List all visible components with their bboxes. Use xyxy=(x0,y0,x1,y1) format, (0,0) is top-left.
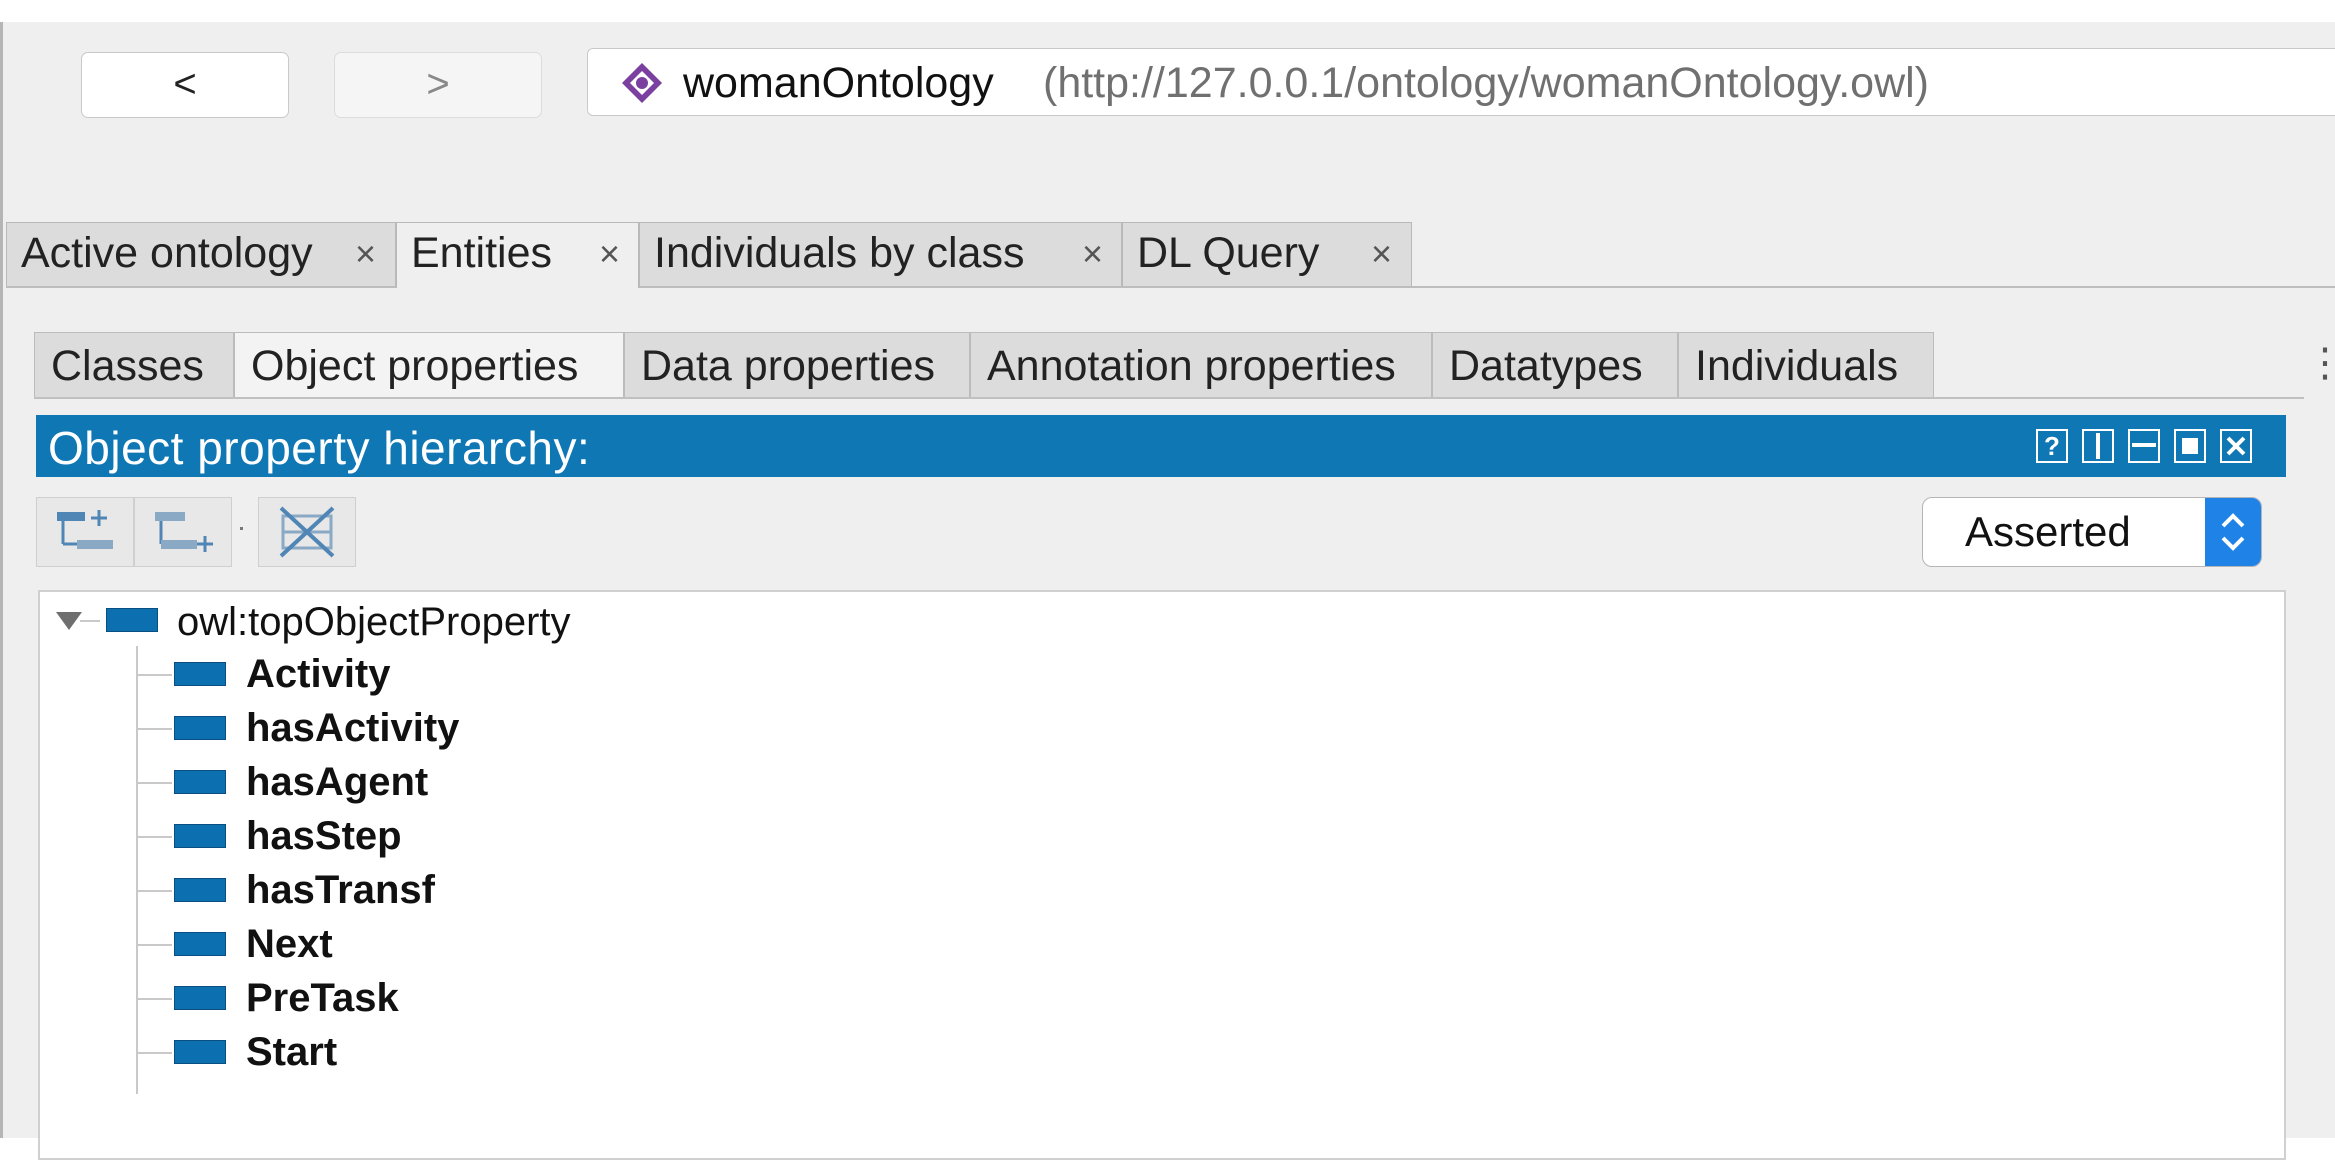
delete-property-icon xyxy=(279,506,335,558)
object-property-icon xyxy=(174,932,226,956)
tab-individuals-by-class[interactable]: Individuals by class × xyxy=(639,222,1122,286)
tree-connector xyxy=(138,1052,172,1054)
tab-data-properties[interactable]: Data properties xyxy=(624,332,970,398)
tree-node[interactable]: hasStep xyxy=(40,808,940,862)
tree-node-label: hasStep xyxy=(246,814,402,858)
active-ontology-selector[interactable]: womanOntology (http://127.0.0.1/ontology… xyxy=(587,48,2335,116)
tab-label: Classes xyxy=(51,342,204,390)
forward-button[interactable]: > xyxy=(334,52,542,118)
close-tab-icon[interactable]: × xyxy=(355,233,376,275)
tab-label: Object properties xyxy=(251,342,579,390)
add-sub-property-icon xyxy=(57,510,113,549)
split-vertical-icon xyxy=(2096,433,2100,459)
split-horizontal-icon xyxy=(2132,443,2156,447)
object-property-icon xyxy=(174,716,226,740)
tree-connector xyxy=(138,728,172,730)
tab-object-properties[interactable]: Object properties xyxy=(234,332,624,398)
tree-connector xyxy=(138,944,172,946)
tab-label: DL Query xyxy=(1137,229,1320,277)
tab-classes[interactable]: Classes xyxy=(34,332,234,398)
tree-node-label: hasAgent xyxy=(246,760,429,804)
tree-node-label: Start xyxy=(246,1030,338,1074)
hierarchy-toolbar: Asserted xyxy=(36,477,2286,582)
ontology-diamond-icon xyxy=(622,63,662,103)
tab-dl-query[interactable]: DL Query × xyxy=(1122,222,1412,286)
protege-window: < > womanOntology (http://127.0.0.1/onto… xyxy=(0,22,2335,1160)
hierarchy-mode-value: Asserted xyxy=(1965,508,2131,555)
hierarchy-mode-select[interactable]: Asserted xyxy=(1922,497,2262,567)
tab-label: Entities xyxy=(411,229,553,277)
tab-label: Individuals xyxy=(1695,342,1899,390)
split-horizontal-button[interactable] xyxy=(2128,429,2160,463)
tab-individuals[interactable]: Individuals xyxy=(1678,332,1934,398)
add-sub-property-button[interactable] xyxy=(36,497,134,567)
tree-connector xyxy=(80,620,100,622)
tree-node-label: PreTask xyxy=(246,976,399,1020)
ontology-iri: (http://127.0.0.1/ontology/womanOntology… xyxy=(1043,59,1929,107)
tab-entities[interactable]: Entities × xyxy=(396,222,639,288)
object-property-icon xyxy=(106,608,158,632)
view-title: Object property hierarchy: xyxy=(48,422,591,474)
tree-node[interactable]: Activity xyxy=(40,646,940,700)
tree-node[interactable]: hasActivity xyxy=(40,700,940,754)
tree-node[interactable]: hasAgent xyxy=(40,754,940,808)
close-tab-icon[interactable]: × xyxy=(1082,233,1103,275)
view-header: Object property hierarchy: ? xyxy=(36,415,2286,477)
split-vertical-button[interactable] xyxy=(2082,429,2114,463)
float-view-button[interactable] xyxy=(2174,429,2206,463)
select-stepper[interactable] xyxy=(2205,498,2261,566)
help-button[interactable]: ? xyxy=(2036,429,2068,463)
close-view-button[interactable] xyxy=(2220,429,2252,463)
view-menu-icon[interactable]: ⋮ xyxy=(2305,340,2335,386)
chevron-up-down-icon xyxy=(2221,513,2245,551)
tree-node-label: hasTransf xyxy=(246,868,435,912)
tree-connector xyxy=(138,782,172,784)
delete-property-button[interactable] xyxy=(258,497,356,567)
tree-node-label: Next xyxy=(246,922,333,966)
float-view-icon xyxy=(2182,438,2198,454)
tab-label: Active ontology xyxy=(21,229,313,277)
close-tab-icon[interactable]: × xyxy=(599,233,620,275)
object-property-icon xyxy=(174,986,226,1010)
ontology-name: womanOntology xyxy=(683,59,994,107)
tree-node-root[interactable]: owl:topObjectProperty xyxy=(40,592,940,646)
tab-datatypes[interactable]: Datatypes xyxy=(1432,332,1678,398)
entity-tab-bar: Classes Object properties Data propertie… xyxy=(34,332,2304,398)
object-property-icon xyxy=(174,878,226,902)
close-icon xyxy=(2226,436,2246,456)
tab-active-ontology[interactable]: Active ontology × xyxy=(6,222,396,286)
tree-connector xyxy=(138,890,172,892)
object-property-icon xyxy=(174,824,226,848)
tree-node-label: owl:topObjectProperty xyxy=(177,600,571,644)
tree-node[interactable]: Start xyxy=(40,1024,940,1078)
back-button[interactable]: < xyxy=(81,52,289,118)
tree-node-label: hasActivity xyxy=(246,706,460,750)
tab-annotation-properties[interactable]: Annotation properties xyxy=(970,332,1432,398)
tab-divider xyxy=(34,397,2304,399)
tree-connector xyxy=(138,998,172,1000)
tree-node[interactable]: hasTransf xyxy=(40,862,940,916)
tree-node[interactable]: PreTask xyxy=(40,970,940,1024)
tab-label: Annotation properties xyxy=(987,342,1396,390)
tree-connector xyxy=(138,836,172,838)
tab-label: Data properties xyxy=(641,342,935,390)
add-sibling-property-button[interactable] xyxy=(134,497,232,567)
object-property-tree[interactable]: owl:topObjectProperty Activity hasActivi… xyxy=(38,590,2286,1160)
tab-label: Datatypes xyxy=(1449,342,1643,390)
object-property-icon xyxy=(174,662,226,686)
object-property-icon xyxy=(174,770,226,794)
tree-connector xyxy=(138,674,172,676)
main-tab-bar: Active ontology × Entities × Individuals… xyxy=(6,222,2335,288)
tab-label: Individuals by class xyxy=(654,229,1025,277)
object-property-icon xyxy=(174,1040,226,1064)
toolbar-separator xyxy=(240,527,243,530)
close-tab-icon[interactable]: × xyxy=(1371,233,1392,275)
add-sibling-property-icon xyxy=(155,512,213,552)
tree-node-label: Activity xyxy=(246,652,391,696)
tree-node[interactable]: Next xyxy=(40,916,940,970)
